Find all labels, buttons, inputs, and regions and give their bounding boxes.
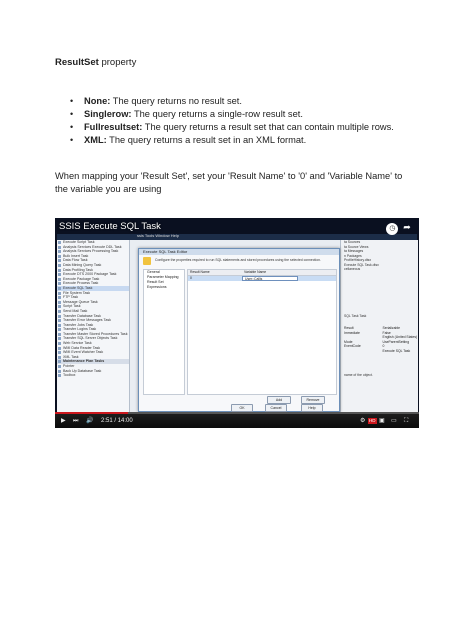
section-heading: ResultSet property [55, 57, 136, 68]
table-row[interactable]: 0 User::Callis [188, 276, 336, 281]
toolbox-panel: Execute Script Task Analysis Services Exe… [57, 240, 130, 412]
screenshot-app-window: ssis Tools Window Help Execute Script Ta… [57, 233, 418, 412]
heading-rest: property [98, 57, 137, 68]
toolbox-item[interactable]: Toolbox [57, 373, 129, 378]
cancel-button[interactable]: Cancel [265, 404, 287, 412]
list-item: XML: The query returns a result set in a… [70, 134, 394, 147]
nav-item-expressions[interactable]: Expressions [144, 285, 184, 290]
dialog-nav: General Parameter Mapping Result Set Exp… [143, 269, 185, 395]
variable-name-cell[interactable]: User::Callis [242, 276, 298, 281]
video-player[interactable]: ssis Tools Window Help Execute Script Ta… [55, 218, 419, 428]
video-title[interactable]: SSIS Execute SQL Task [59, 221, 161, 232]
mapping-paragraph: When mapping your 'Result Set', set your… [55, 171, 403, 194]
volume-icon[interactable]: 🔊 [86, 417, 93, 425]
remove-button[interactable]: Remove [301, 396, 325, 404]
heading-bold: ResultSet [55, 57, 99, 68]
execute-sql-task-editor-dialog: Execute SQL Task Editor Configure the pr… [138, 248, 340, 412]
option-term: Singlerow: [84, 109, 132, 119]
task-icon [143, 257, 151, 265]
result-name-cell[interactable]: 0 [188, 276, 242, 281]
share-icon[interactable]: ➦ [401, 221, 413, 233]
video-top-icons: ◷ ➦ [386, 221, 413, 235]
add-button[interactable]: Add [267, 396, 291, 404]
dialog-title: Execute SQL Task Editor [139, 249, 339, 255]
option-desc: The query returns a single-row result se… [131, 109, 303, 119]
list-item: Singlerow: The query returns a single-ro… [70, 108, 394, 121]
miniplayer-icon[interactable]: ▣ [379, 417, 385, 425]
help-button[interactable]: Help [301, 404, 323, 412]
app-menu-text: ssis Tools Window Help [137, 233, 179, 238]
settings-gear-icon[interactable]: ⚙ [360, 417, 365, 425]
solution-explorer-panel: ta Sources ta Source Views ta Messages n… [340, 240, 418, 412]
option-desc: The query returns a result set in an XML… [106, 135, 307, 145]
fullscreen-icon[interactable]: ⛶ [404, 417, 408, 425]
resultset-options-list: None: The query returns no result set. S… [70, 95, 394, 147]
list-item: None: The query returns no result set. [70, 95, 394, 108]
col-variable-name: Variable Name [244, 270, 267, 274]
option-term: XML: [84, 135, 107, 145]
player-controls: ▶ ⏭ 🔊 2:51 / 14:00 ⚙ HD ▣ ▭ ⛶ [55, 414, 419, 428]
hd-badge: HD [368, 418, 377, 424]
list-item: Fullresultset: The query returns a resul… [70, 121, 394, 134]
property-row: Execute SQL Task [382, 348, 411, 353]
watch-later-icon[interactable]: ◷ [386, 223, 399, 235]
col-result-name: Result Name [190, 270, 210, 274]
option-term: None: [84, 96, 111, 106]
option-desc: The query returns a result set that can … [142, 122, 394, 132]
play-icon[interactable]: ▶ [61, 417, 66, 425]
option-desc: The query returns no result set. [110, 96, 242, 106]
ok-button[interactable]: OK [231, 404, 253, 412]
dialog-description: Configure the properties required to run… [155, 258, 321, 262]
option-term: Fullresultset: [84, 122, 143, 132]
next-icon[interactable]: ⏭ [73, 417, 78, 425]
result-set-grid: Result Name Variable Name 0 User::Callis [187, 269, 337, 395]
panel-description: name of the object. [344, 373, 373, 377]
time-display: 2:51 / 14:00 [101, 418, 133, 424]
theater-icon[interactable]: ▭ [391, 417, 397, 425]
